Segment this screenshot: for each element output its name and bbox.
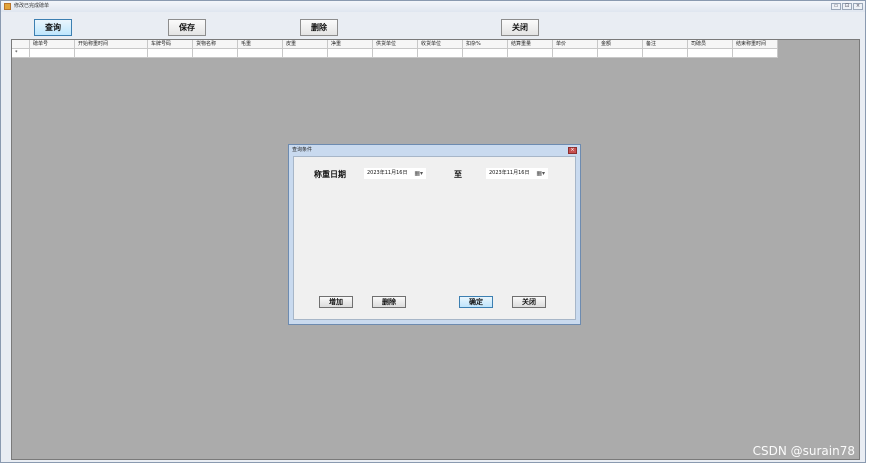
column-header[interactable]: 车牌号码: [148, 40, 193, 49]
grid-cell[interactable]: [553, 49, 598, 58]
column-header[interactable]: 金额: [598, 40, 643, 49]
restore-button[interactable]: ⊡: [842, 3, 852, 10]
dialog-title: 查询条件: [292, 147, 313, 153]
grid-cell[interactable]: [598, 49, 643, 58]
add-button[interactable]: 增加: [319, 296, 353, 308]
grid-cell[interactable]: [373, 49, 418, 58]
column-header[interactable]: 司磅员: [688, 40, 733, 49]
grid-cell[interactable]: [688, 49, 733, 58]
grid-cell[interactable]: [463, 49, 508, 58]
column-header[interactable]: 净重: [328, 40, 373, 49]
new-row-marker: *: [12, 49, 30, 58]
to-label: 至: [454, 169, 462, 179]
watermark: CSDN @surain78: [752, 444, 855, 458]
column-header[interactable]: 结束称重时间: [733, 40, 778, 49]
dialog-close-button[interactable]: 关闭: [512, 296, 546, 308]
grid-cell[interactable]: [193, 49, 238, 58]
date-to-value: 2023年11月16日: [489, 170, 530, 176]
column-header[interactable]: 皮重: [283, 40, 328, 49]
grid-header: 磅单号 开始称重时间 车牌号码 货物名称 毛重 皮重 净重 供货单位 收货单位 …: [12, 40, 778, 49]
column-header[interactable]: 收货单位: [418, 40, 463, 49]
date-to-picker[interactable]: 2023年11月16日 ▦▾: [486, 168, 548, 179]
date-from-picker[interactable]: 2023年11月16日 ▦▾: [364, 168, 426, 179]
window-title: 修改已完成磅单: [14, 3, 50, 9]
column-header[interactable]: 结算重量: [508, 40, 553, 49]
dialog-close-icon[interactable]: ×: [568, 147, 577, 154]
weigh-date-label: 称重日期: [314, 169, 346, 179]
query-button[interactable]: 查询: [34, 19, 72, 36]
grid-cell[interactable]: [238, 49, 283, 58]
calendar-dropdown-icon[interactable]: ▦▾: [414, 170, 423, 178]
column-header[interactable]: 备注: [643, 40, 688, 49]
column-header[interactable]: 货物名称: [193, 40, 238, 49]
title-bar: 修改已完成磅单 ▭ ⊡ ×: [1, 1, 865, 12]
column-header[interactable]: 开始称重时间: [75, 40, 148, 49]
row-header-corner: [12, 40, 30, 49]
grid-cell[interactable]: [283, 49, 328, 58]
grid-cell[interactable]: [30, 49, 75, 58]
grid-cell[interactable]: [328, 49, 373, 58]
grid-cell[interactable]: [148, 49, 193, 58]
grid-cell[interactable]: [733, 49, 778, 58]
close-window-button[interactable]: ×: [853, 3, 863, 10]
date-from-value: 2023年11月16日: [367, 170, 408, 176]
save-button[interactable]: 保存: [168, 19, 206, 36]
column-header[interactable]: 扣杂%: [463, 40, 508, 49]
column-header[interactable]: 单价: [553, 40, 598, 49]
delete-button[interactable]: 删除: [300, 19, 338, 36]
close-button[interactable]: 关闭: [501, 19, 539, 36]
grid-cell[interactable]: [643, 49, 688, 58]
app-icon: [4, 3, 11, 10]
column-header[interactable]: 毛重: [238, 40, 283, 49]
grid-cell[interactable]: [418, 49, 463, 58]
column-header[interactable]: 供货单位: [373, 40, 418, 49]
grid-cell[interactable]: [75, 49, 148, 58]
dialog-delete-button[interactable]: 删除: [372, 296, 406, 308]
grid-cell[interactable]: [508, 49, 553, 58]
calendar-dropdown-icon[interactable]: ▦▾: [536, 170, 545, 178]
minimize-button[interactable]: ▭: [831, 3, 841, 10]
column-header[interactable]: 磅单号: [30, 40, 75, 49]
main-window: 修改已完成磅单 ▭ ⊡ × 查询 保存 删除 关闭 磅单号 开始称重时间 车牌号…: [0, 0, 866, 463]
new-row[interactable]: *: [12, 49, 778, 58]
dialog-body: 称重日期 2023年11月16日 ▦▾ 至 2023年11月16日 ▦▾ 增加 …: [293, 156, 576, 320]
ok-button[interactable]: 确定: [459, 296, 493, 308]
query-dialog: 查询条件 × 称重日期 2023年11月16日 ▦▾ 至 2023年11月16日…: [288, 144, 581, 325]
